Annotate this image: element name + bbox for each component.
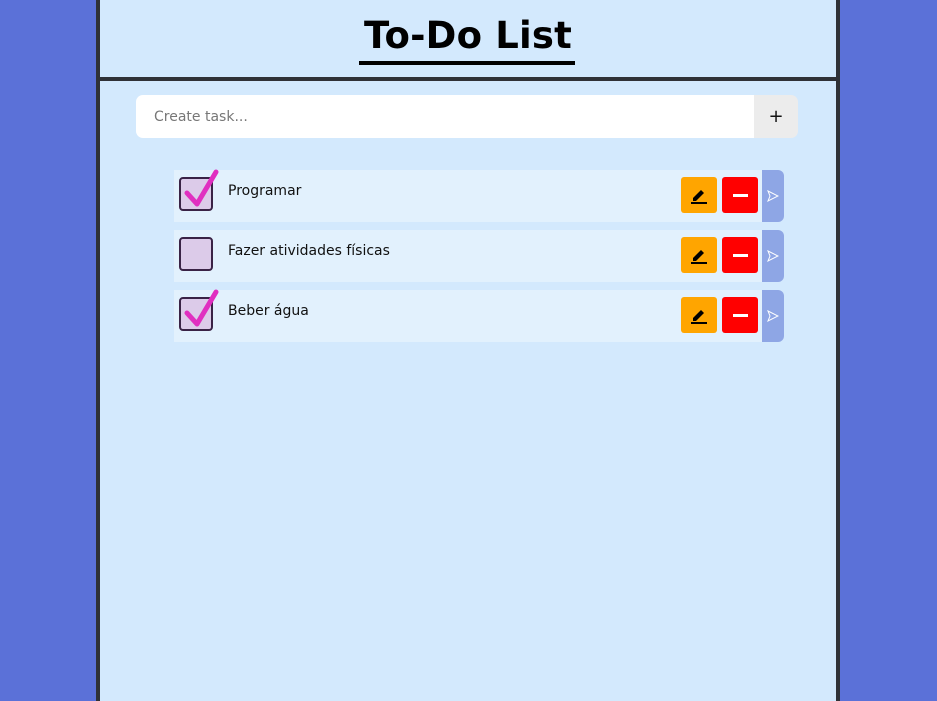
page-title: To-Do List (363, 14, 573, 57)
send-task-button[interactable] (762, 170, 784, 222)
delete-task-button[interactable] (722, 297, 758, 333)
task-label: Programar (228, 183, 302, 199)
header: To-Do List (100, 0, 836, 81)
task-list: Programar Fazer atividades físicas Beber… (174, 169, 784, 350)
add-task-button[interactable]: + (754, 95, 798, 138)
send-task-button[interactable] (762, 290, 784, 342)
pencil-icon (691, 310, 707, 324)
edit-task-button[interactable] (681, 177, 717, 213)
edit-task-button[interactable] (681, 297, 717, 333)
send-icon (767, 190, 779, 202)
task-checkbox[interactable] (179, 289, 219, 331)
create-task-input[interactable] (136, 95, 754, 138)
minus-icon (732, 193, 748, 197)
send-icon (767, 310, 779, 322)
title-underline (359, 61, 575, 65)
send-icon (767, 250, 779, 262)
delete-task-button[interactable] (722, 237, 758, 273)
minus-icon (732, 253, 748, 257)
task-label: Fazer atividades físicas (228, 243, 390, 259)
pencil-icon (691, 190, 707, 204)
task-item: Beber água (174, 289, 784, 342)
delete-task-button[interactable] (722, 177, 758, 213)
send-task-button[interactable] (762, 230, 784, 282)
task-label: Beber água (228, 303, 309, 319)
task-checkbox[interactable] (179, 237, 213, 271)
edit-task-button[interactable] (681, 237, 717, 273)
task-checkbox[interactable] (179, 169, 219, 211)
create-task-bar: + (136, 95, 798, 138)
pencil-icon (691, 250, 707, 264)
task-item: Fazer atividades físicas (174, 230, 784, 282)
app-panel: To-Do List + Programar (96, 0, 840, 701)
minus-icon (732, 313, 748, 317)
task-item: Programar (174, 169, 784, 222)
